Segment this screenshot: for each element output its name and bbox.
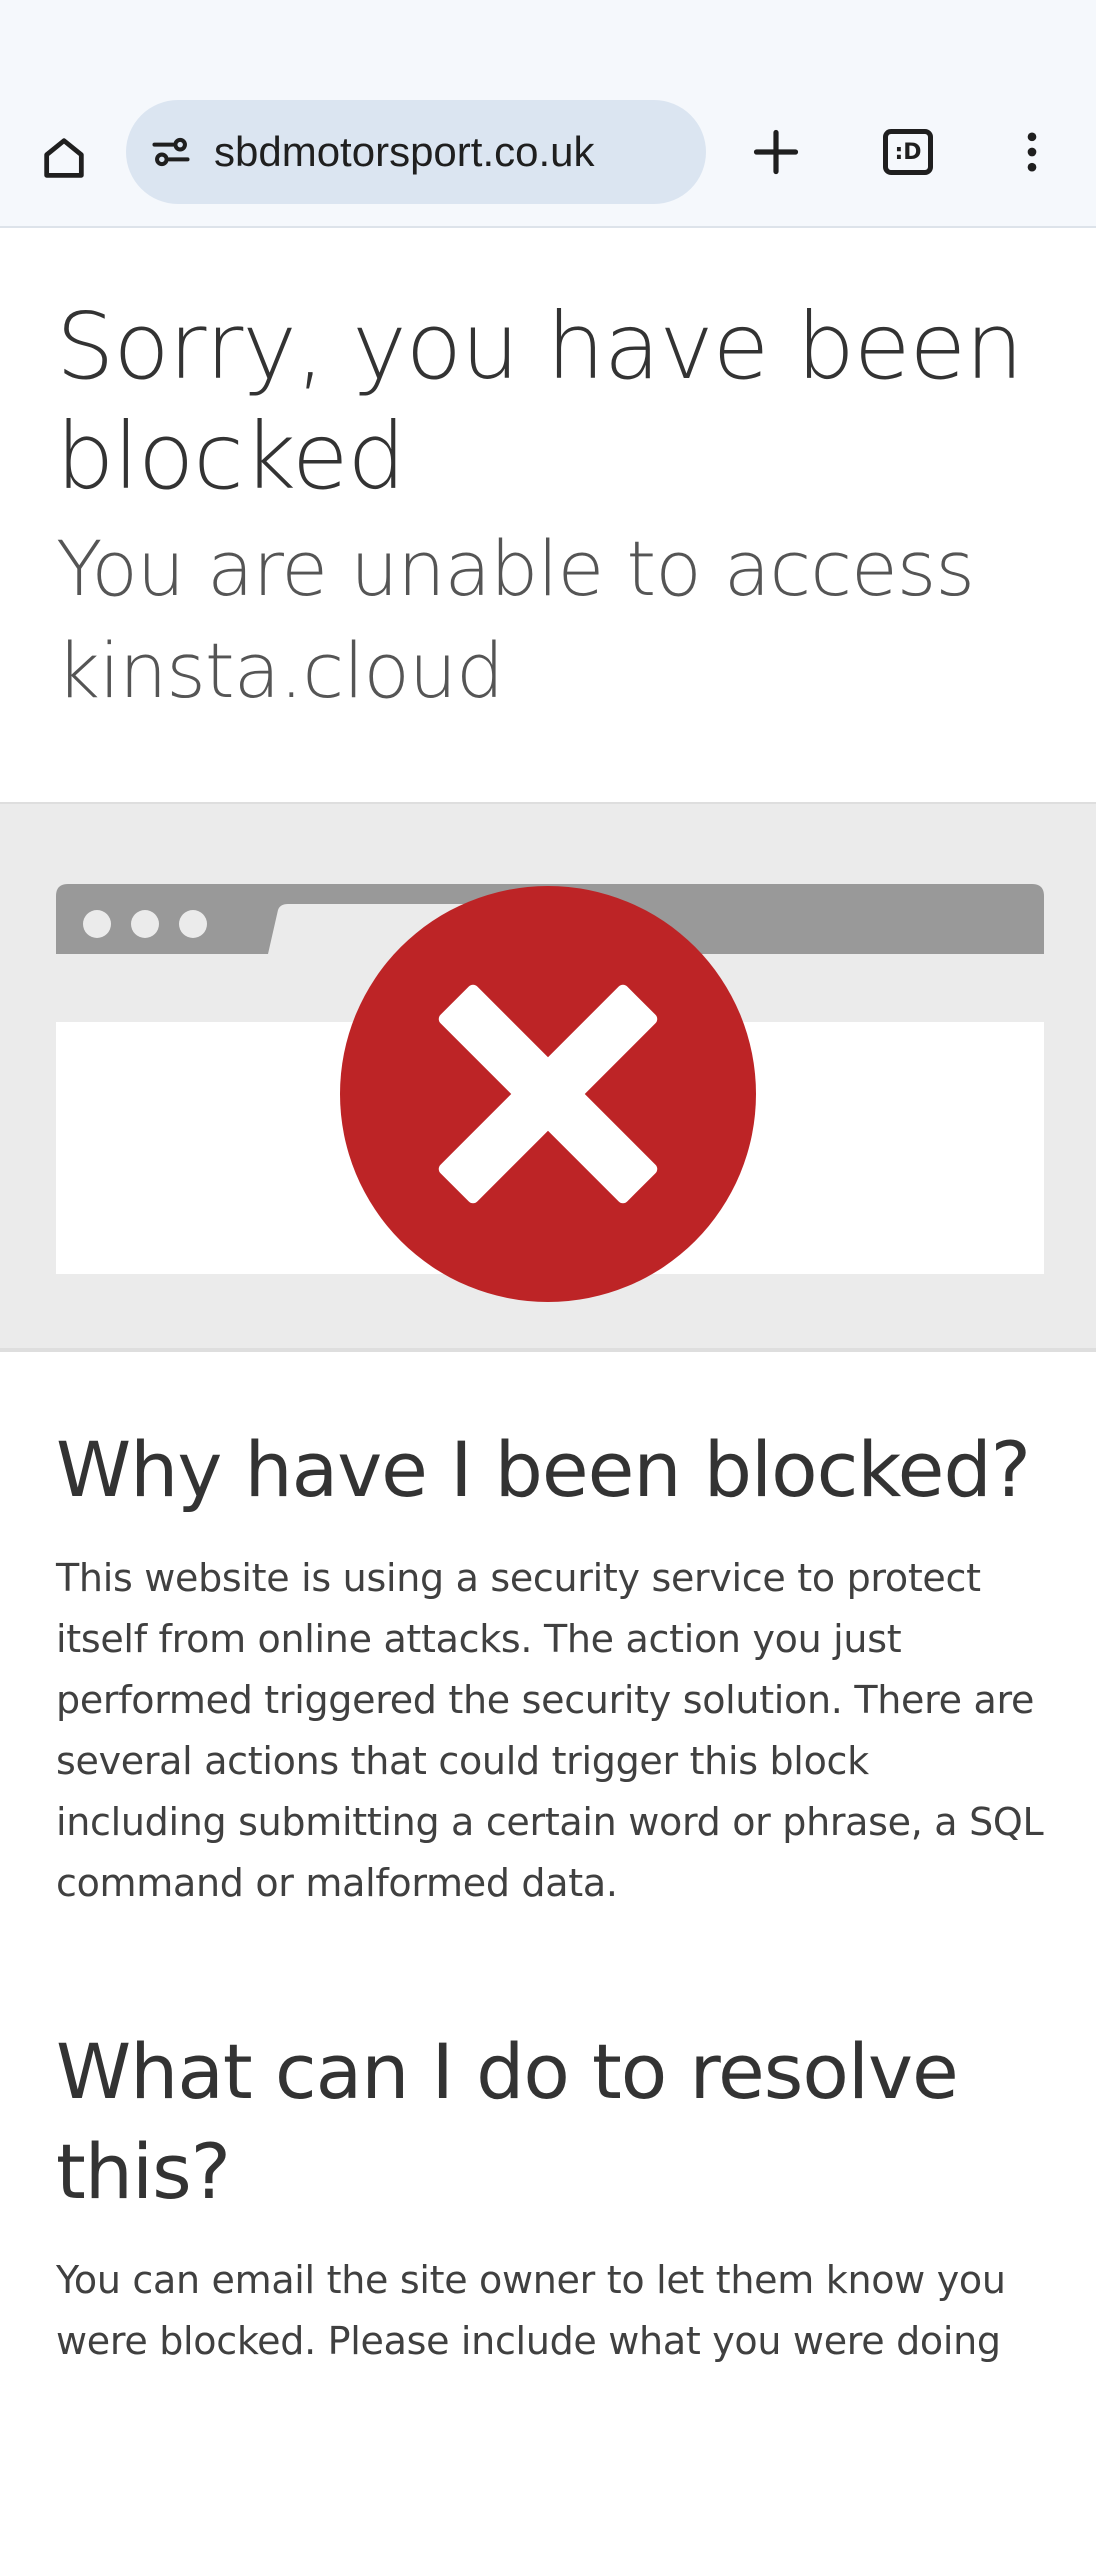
plus-icon — [753, 129, 799, 175]
site-info-icon[interactable] — [146, 127, 196, 177]
hero-header: Sorry, you have been blocked You are una… — [0, 230, 1096, 722]
why-blocked-text: This website is using a security service… — [56, 1556, 1044, 1905]
more-menu-button[interactable] — [990, 110, 1074, 194]
status-bar-area — [0, 0, 1096, 90]
url-text[interactable]: sbdmotorsport.co.uk — [214, 128, 595, 176]
page-title: Sorry, you have been blocked — [56, 293, 1023, 510]
page-subtitle: You are unable to access kinsta.cloud — [56, 524, 975, 715]
tab-switcher-button[interactable]: :D — [866, 110, 950, 194]
why-blocked-heading: Why have I been blocked? — [56, 1425, 1031, 1514]
blocked-illustration — [0, 802, 1096, 1352]
more-vert-icon — [1027, 132, 1037, 172]
home-icon — [44, 138, 84, 178]
page-content: Sorry, you have been blocked You are una… — [0, 230, 1096, 2363]
browser-toolbar: sbdmotorsport.co.uk :D — [0, 90, 1096, 228]
new-tab-button[interactable] — [734, 110, 818, 194]
tab-switcher-icon: :D — [883, 129, 933, 175]
why-blocked-section: Why have I been blocked? This website is… — [56, 1420, 1046, 1914]
tab-count-label: :D — [894, 139, 922, 165]
resolve-heading: What can I do to resolve this? — [56, 2027, 959, 2216]
resolve-section: What can I do to resolve this? You can e… — [56, 2022, 1046, 2372]
home-button[interactable] — [22, 116, 106, 200]
address-bar[interactable]: sbdmotorsport.co.uk — [126, 100, 706, 204]
info-sections: Why have I been blocked? This website is… — [56, 1420, 1046, 2372]
resolve-text: You can email the site owner to let them… — [56, 2258, 1006, 2363]
blocked-x-icon — [340, 886, 756, 1302]
